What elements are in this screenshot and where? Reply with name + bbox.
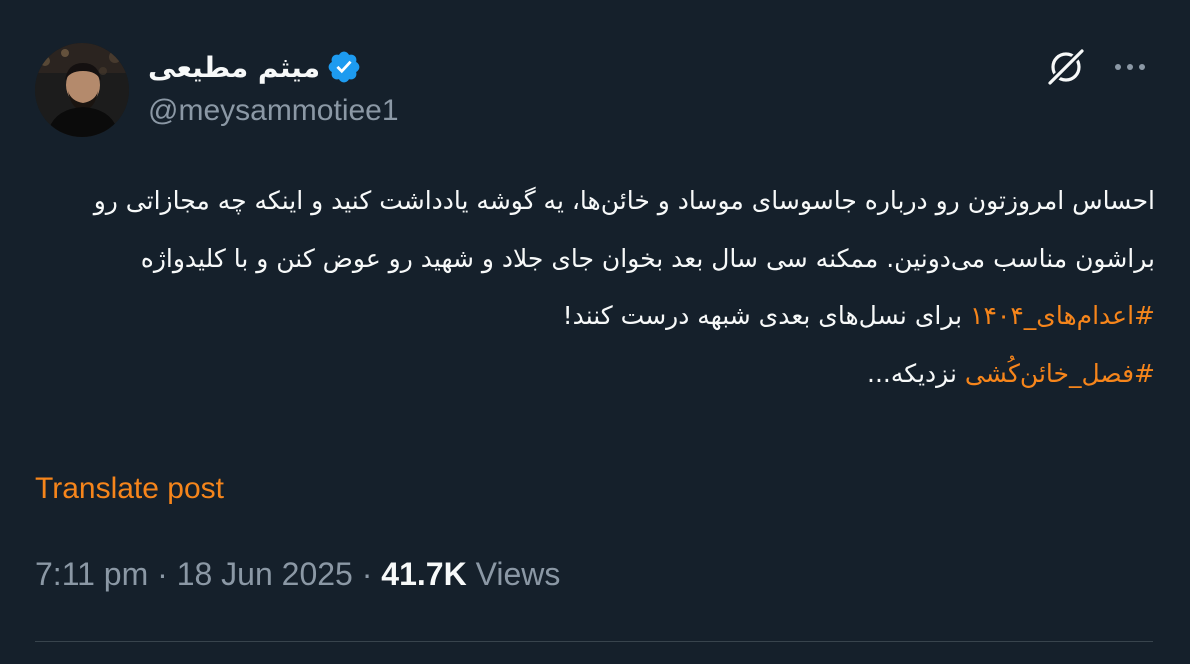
author-handle[interactable]: @meysammotiee1 bbox=[148, 94, 548, 128]
grok-icon[interactable] bbox=[1045, 46, 1087, 88]
author-display-name[interactable]: میثم مطیعی bbox=[148, 51, 320, 84]
tweet-text-part-2: برای نسل‌های بعدی شبهه درست کنند! bbox=[562, 301, 971, 330]
views-label: Views bbox=[475, 556, 561, 592]
tweet-meta: 7:11 pm · 18 Jun 2025 · 41.7K Views bbox=[35, 556, 560, 593]
tweet-paragraph-1: احساس امروزتون رو درباره جاسوسای موساد و… bbox=[35, 172, 1155, 345]
avatar[interactable] bbox=[35, 43, 129, 137]
hashtag-link-traitor-season[interactable]: #فصل_خائن‌کُشی bbox=[965, 359, 1155, 388]
tweet-date[interactable]: 18 Jun 2025 bbox=[177, 556, 353, 592]
translate-post-link[interactable]: Translate post bbox=[35, 472, 224, 506]
tweet-text-part-1: احساس امروزتون رو درباره جاسوسای موساد و… bbox=[93, 186, 1155, 273]
tweet-text: احساس امروزتون رو درباره جاسوسای موساد و… bbox=[35, 172, 1155, 402]
tweet-time[interactable]: 7:11 pm bbox=[35, 556, 148, 592]
meta-separator: · bbox=[352, 556, 382, 592]
verified-badge-icon[interactable] bbox=[326, 49, 362, 85]
avatar-photo bbox=[35, 43, 129, 137]
views-count[interactable]: 41.7K bbox=[381, 556, 466, 592]
hashtag-link-executions[interactable]: #اعدام‌های_۱۴۰۴ bbox=[970, 301, 1155, 330]
more-options-icon[interactable] bbox=[1110, 55, 1150, 79]
tweet-text-part-3: نزدیکه... bbox=[867, 358, 965, 388]
author-name-row: میثم مطیعی bbox=[148, 46, 548, 88]
tweet-paragraph-2: #فصل_خائن‌کُشی نزدیکه... bbox=[35, 345, 1155, 403]
meta-separator: · bbox=[148, 556, 177, 592]
divider bbox=[35, 641, 1153, 642]
author-info: میثم مطیعی @meysammotiee1 bbox=[148, 46, 548, 136]
